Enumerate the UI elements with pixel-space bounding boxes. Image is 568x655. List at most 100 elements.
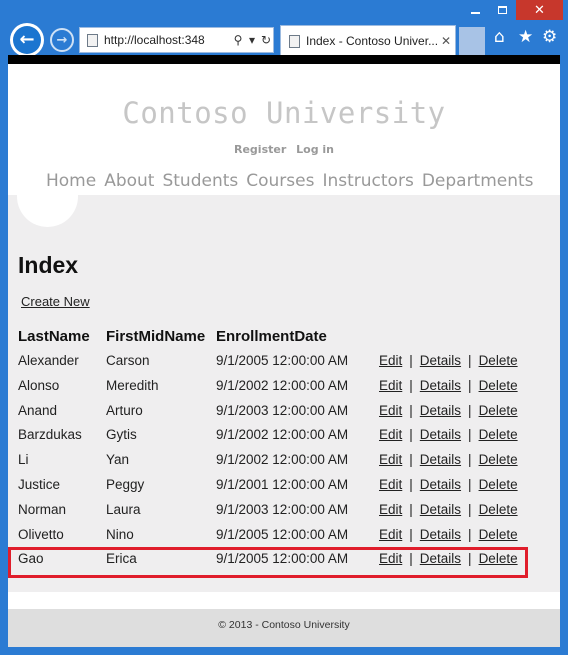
address-bar[interactable]: http://localhost:348 ⚲ ▾ ↻ [79, 27, 274, 53]
table-row: Barzdukas Gytis 9/1/2002 12:00:00 AM Edit | D… [8, 427, 560, 451]
cell-lastname: Alonso [18, 377, 60, 393]
delete-link[interactable]: Delete [479, 403, 518, 418]
edit-link[interactable]: Edit [379, 353, 402, 368]
cell-firstmidname: Gytis [106, 427, 137, 443]
register-link[interactable]: Register [234, 143, 286, 156]
details-link[interactable]: Details [420, 378, 461, 393]
site-header: Contoso University Register Log in Home A… [8, 64, 560, 195]
tab-close-icon[interactable]: ✕ [437, 34, 455, 48]
address-url[interactable]: http://localhost:348 [104, 33, 231, 47]
table-row: Alonso Meredith 9/1/2002 12:00:00 AM Edit | D… [8, 378, 560, 402]
close-window-button[interactable]: ✕ [516, 0, 563, 20]
table-row: Norman Laura 9/1/2003 12:00:00 AM Edit | Deta… [8, 502, 560, 526]
action-separator: | [409, 402, 413, 418]
cell-lastname: Justice [18, 477, 61, 492]
cell-lastname: Anand [18, 402, 58, 418]
back-arrow-icon: ← [13, 26, 41, 54]
delete-link[interactable]: Delete [479, 427, 518, 442]
edit-link[interactable]: Edit [379, 527, 402, 542]
details-link[interactable]: Details [420, 452, 461, 467]
row-actions: Edit | Details | Delete [379, 353, 518, 368]
row-actions: Edit | Details | Delete [379, 477, 518, 492]
top-bar [8, 55, 560, 64]
dropdown-icon[interactable]: ▾ [245, 33, 259, 47]
action-separator: | [468, 526, 472, 542]
action-separator: | [468, 402, 472, 418]
highlight-box [8, 547, 528, 578]
details-link[interactable]: Details [420, 353, 461, 368]
action-separator: | [409, 477, 413, 492]
back-button[interactable]: ← [10, 23, 44, 57]
action-separator: | [468, 353, 472, 368]
new-tab-button[interactable] [459, 27, 485, 55]
maximize-icon [498, 6, 507, 14]
star-icon[interactable]: ★ [518, 29, 533, 46]
column-header-firstmidname: FirstMidName [106, 328, 206, 345]
forward-arrow-icon: → [56, 32, 68, 48]
page-icon [87, 33, 98, 47]
table-row: Li Yan 9/1/2002 12:00:00 AM Edit | Details | De… [8, 452, 560, 476]
cell-enrollmentdate: 9/1/2002 12:00:00 AM [216, 427, 349, 443]
row-actions: Edit | Details | Delete [379, 427, 518, 442]
browser-window: ✕ ← → http://localhost:348 ⚲ ▾ ↻ Index -… [0, 0, 568, 655]
create-new-link[interactable]: Create New [21, 294, 90, 309]
cell-enrollmentdate: 9/1/2003 12:00:00 AM [216, 402, 349, 418]
edit-link[interactable]: Edit [379, 502, 402, 517]
site-footer: © 2013 - Contoso University [8, 609, 560, 647]
browser-tab[interactable]: Index - Contoso Univer... ✕ [280, 25, 456, 57]
cell-firstmidname: Meredith [106, 377, 159, 393]
details-link[interactable]: Details [420, 527, 461, 542]
row-actions: Edit | Details | Delete [379, 452, 518, 467]
cell-enrollmentdate: 9/1/2005 12:00:00 AM [216, 353, 349, 368]
gear-icon[interactable]: ⚙ [542, 29, 557, 46]
cell-firstmidname: Arturo [106, 402, 143, 418]
search-icon[interactable]: ⚲ [231, 33, 245, 47]
home-icon[interactable]: ⌂ [494, 29, 505, 46]
refresh-icon[interactable]: ↻ [259, 33, 273, 47]
cell-firstmidname: Peggy [106, 477, 145, 492]
delete-link[interactable]: Delete [479, 353, 518, 368]
delete-link[interactable]: Delete [479, 378, 518, 393]
page-title: Index [18, 252, 79, 278]
details-link[interactable]: Details [420, 502, 461, 517]
title-bar: ✕ [0, 0, 568, 22]
main-content: Index Create New LastName FirstMidName E… [8, 189, 560, 592]
cell-enrollmentdate: 9/1/2003 12:00:00 AM [216, 501, 349, 517]
delete-link[interactable]: Delete [479, 527, 518, 542]
table-row: Anand Arturo 9/1/2003 12:00:00 AM Edit | Deta… [8, 403, 560, 427]
action-separator: | [409, 427, 413, 443]
action-separator: | [409, 452, 413, 468]
login-link[interactable]: Log in [296, 143, 334, 156]
details-link[interactable]: Details [420, 427, 461, 442]
edit-link[interactable]: Edit [379, 378, 402, 393]
cell-enrollmentdate: 9/1/2002 12:00:00 AM [216, 452, 349, 468]
action-separator: | [409, 353, 413, 368]
delete-link[interactable]: Delete [479, 477, 518, 492]
edit-link[interactable]: Edit [379, 477, 402, 492]
site-title[interactable]: Contoso University [8, 96, 560, 130]
close-icon: ✕ [534, 2, 545, 18]
row-actions: Edit | Details | Delete [379, 403, 518, 418]
delete-link[interactable]: Delete [479, 452, 518, 467]
edit-link[interactable]: Edit [379, 403, 402, 418]
menu-item-home[interactable]: Home [46, 171, 96, 191]
table-row: Justice Peggy 9/1/2001 12:00:00 AM Edit | Det… [8, 477, 560, 501]
menu-item-courses[interactable]: Courses [246, 171, 314, 191]
action-separator: | [409, 501, 413, 517]
cell-firstmidname: Laura [106, 501, 141, 517]
forward-button[interactable]: → [50, 28, 74, 52]
menu-item-departments[interactable]: Departments [422, 171, 534, 191]
details-link[interactable]: Details [420, 403, 461, 418]
minimize-button[interactable] [461, 0, 489, 20]
menu-item-instructors[interactable]: Instructors [322, 171, 413, 191]
decorative-bubble [17, 189, 78, 227]
delete-link[interactable]: Delete [479, 502, 518, 517]
edit-link[interactable]: Edit [379, 452, 402, 467]
cell-lastname: Alexander [18, 353, 79, 368]
menu-item-students[interactable]: Students [162, 171, 238, 191]
menu-item-about[interactable]: About [104, 171, 154, 191]
table-row: Alexander Carson 9/1/2005 12:00:00 AM Edit |… [8, 353, 560, 377]
maximize-button[interactable] [489, 0, 516, 20]
edit-link[interactable]: Edit [379, 427, 402, 442]
details-link[interactable]: Details [420, 477, 461, 492]
